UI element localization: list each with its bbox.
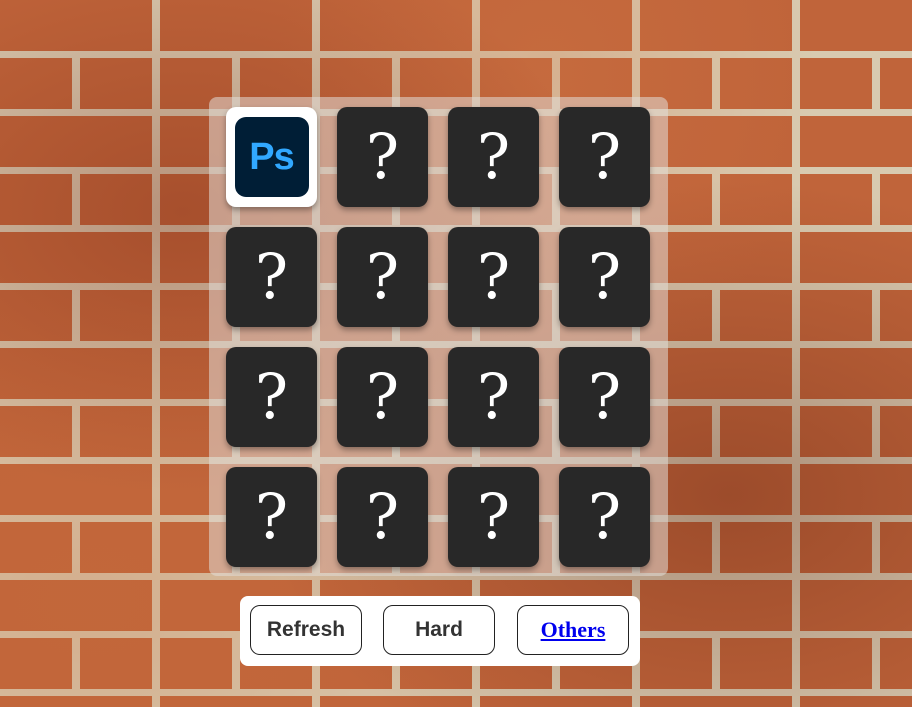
question-mark-icon: ? [365,360,400,433]
card-8-hidden[interactable]: ? [559,227,650,327]
question-mark-icon: ? [476,240,511,313]
question-mark-icon: ? [587,480,622,553]
question-mark-icon: ? [365,120,400,193]
card-13-hidden[interactable]: ? [226,467,317,567]
card-16-hidden[interactable]: ? [559,467,650,567]
question-mark-icon: ? [587,120,622,193]
question-mark-icon: ? [476,120,511,193]
question-mark-icon: ? [254,240,289,313]
card-2-hidden[interactable]: ? [337,107,428,207]
card-6-hidden[interactable]: ? [337,227,428,327]
question-mark-icon: ? [365,240,400,313]
question-mark-icon: ? [587,240,622,313]
card-12-hidden[interactable]: ? [559,347,650,447]
question-mark-icon: ? [587,360,622,433]
card-1-photoshop[interactable]: Ps [226,107,317,207]
hard-mode-button[interactable]: Hard [383,605,495,655]
question-mark-icon: ? [476,480,511,553]
card-7-hidden[interactable]: ? [448,227,539,327]
card-3-hidden[interactable]: ? [448,107,539,207]
others-link[interactable]: Others [517,605,629,655]
card-10-hidden[interactable]: ? [337,347,428,447]
question-mark-icon: ? [476,360,511,433]
question-mark-icon: ? [365,480,400,553]
card-15-hidden[interactable]: ? [448,467,539,567]
photoshop-icon: Ps [234,117,309,197]
card-9-hidden[interactable]: ? [226,347,317,447]
refresh-button[interactable]: Refresh [250,605,362,655]
question-mark-icon: ? [254,360,289,433]
card-5-hidden[interactable]: ? [226,227,317,327]
card-14-hidden[interactable]: ? [337,467,428,567]
game-controls-bar: Refresh Hard Others [240,596,640,666]
card-4-hidden[interactable]: ? [559,107,650,207]
question-mark-icon: ? [254,480,289,553]
card-11-hidden[interactable]: ? [448,347,539,447]
memory-game-board: Ps ? ? ? ? ? ? ? ? ? ? ? ? ? ? ? [209,97,668,576]
